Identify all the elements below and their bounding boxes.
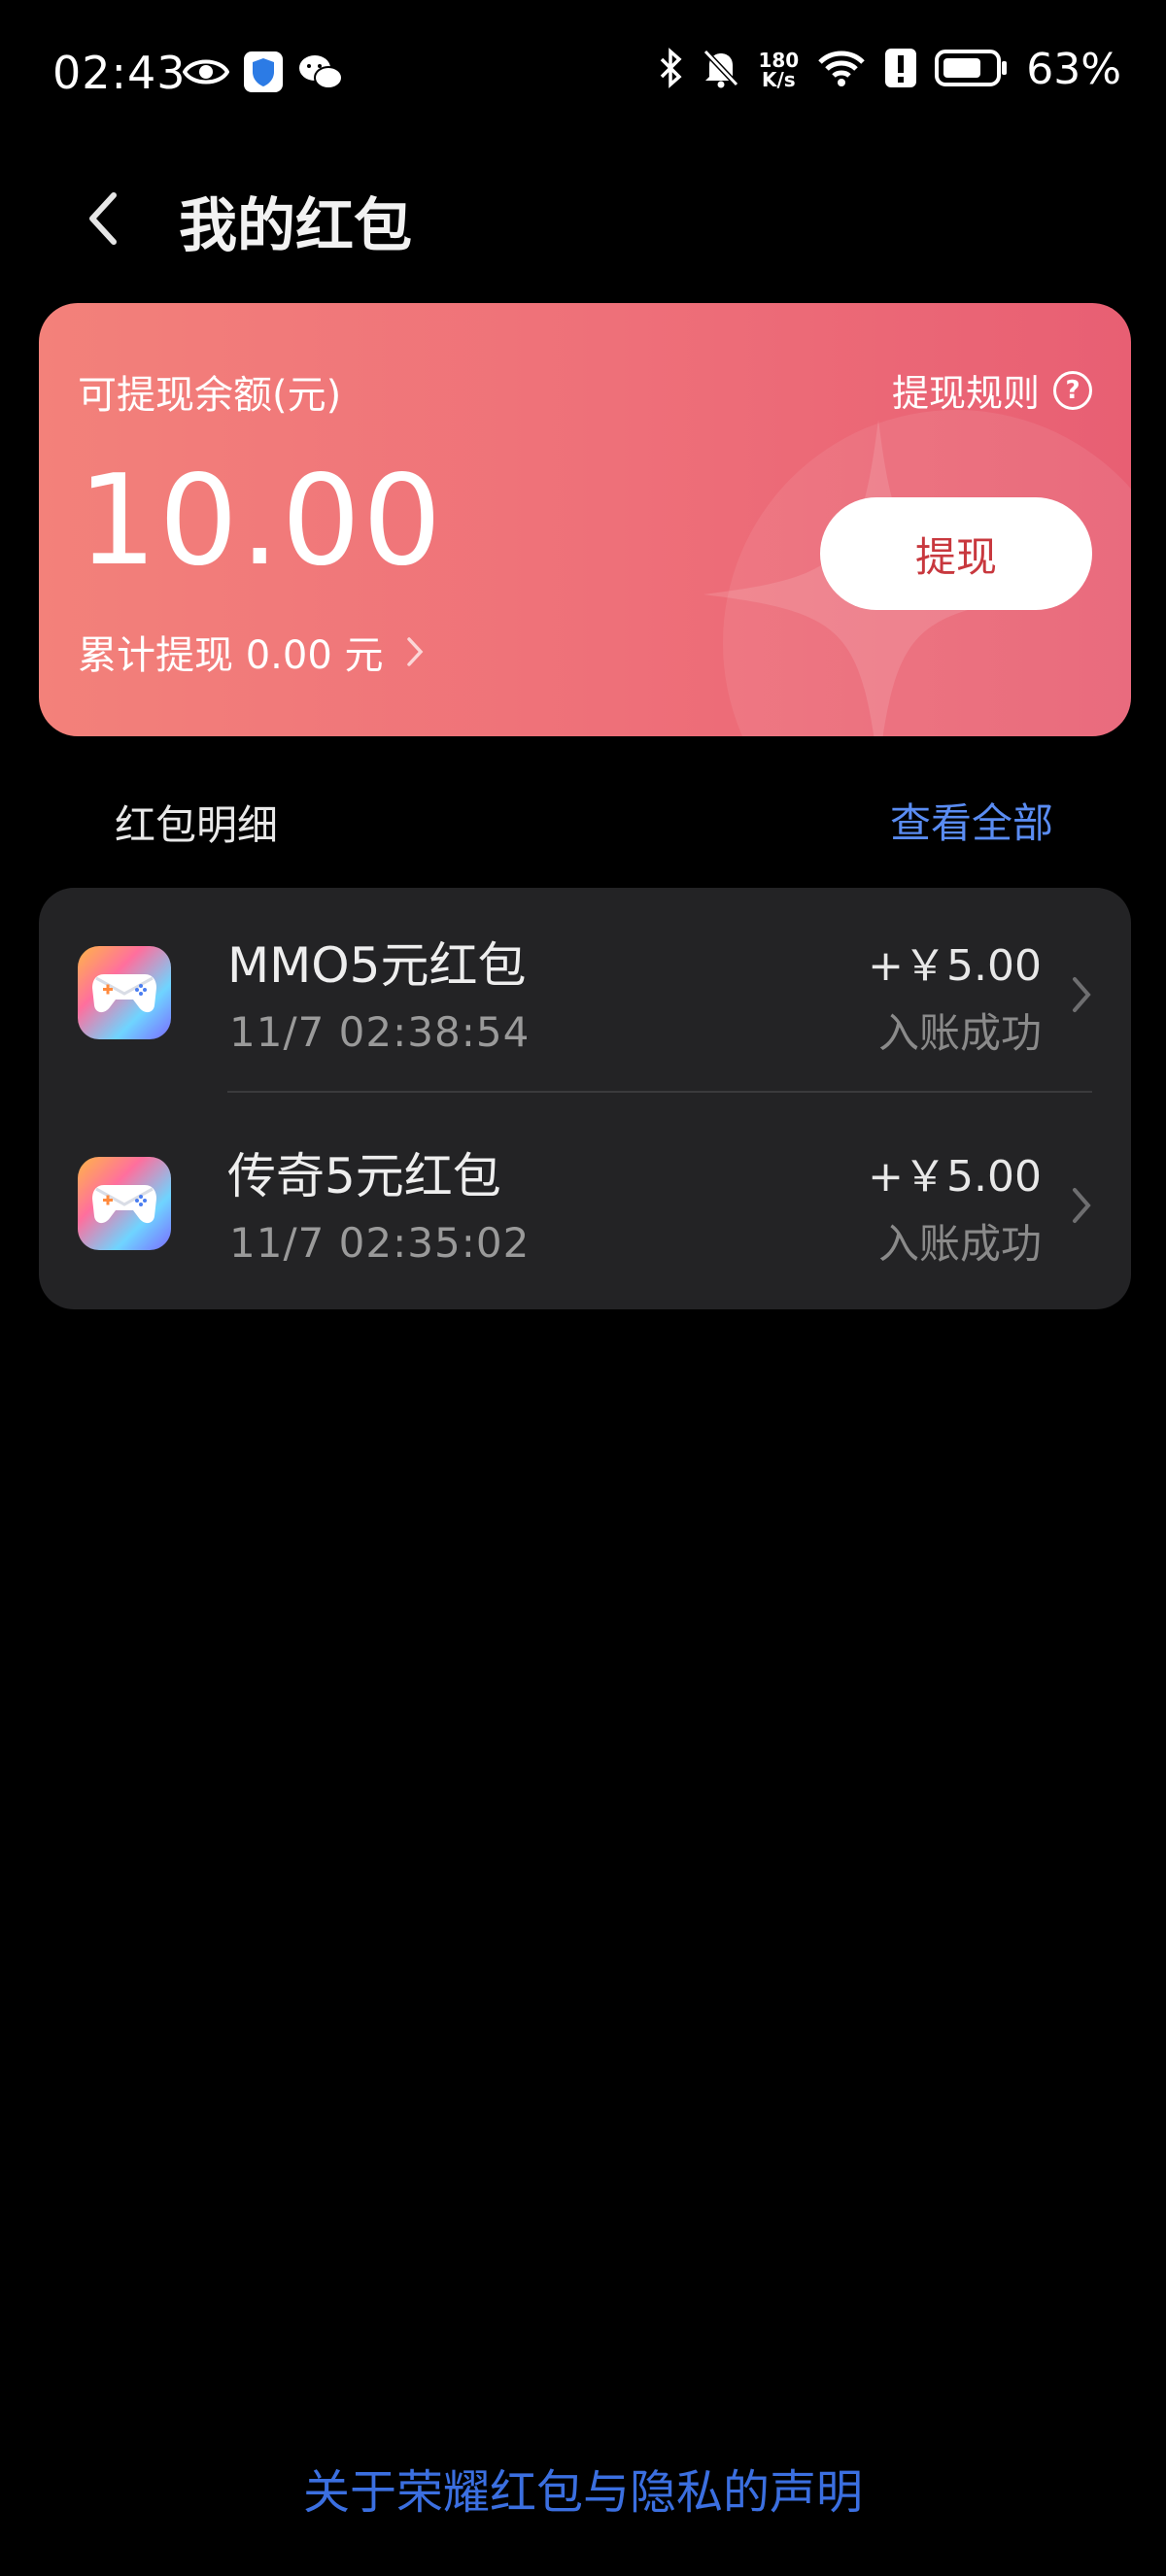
chevron-right-icon xyxy=(406,637,423,666)
item-status: 入账成功 xyxy=(877,1009,1042,1057)
shield-icon xyxy=(243,51,284,97)
network-speed: 180 K/s xyxy=(758,48,800,91)
total-withdrawn-text: 累计提现 0.00 元 xyxy=(78,633,384,678)
bluetooth-icon xyxy=(659,47,684,92)
list-item[interactable]: 传奇5元红包 11/7 02:35:02 +￥5.00 入账成功 xyxy=(39,1099,1131,1309)
item-status: 入账成功 xyxy=(877,1220,1042,1268)
battery-icon xyxy=(935,49,1009,91)
game-app-icon xyxy=(78,1157,171,1250)
status-bar: 02:43 180 K/s 63% xyxy=(0,0,1166,146)
balance-amount: 10.00 xyxy=(78,449,444,593)
divider xyxy=(227,1091,1092,1093)
page-title: 我的红包 xyxy=(179,192,412,260)
item-title: 传奇5元红包 xyxy=(227,1148,501,1204)
item-amount: +￥5.00 xyxy=(868,941,1042,991)
help-icon: ? xyxy=(1053,370,1092,410)
back-button[interactable] xyxy=(68,185,136,253)
alert-icon xyxy=(884,48,917,92)
wechat-icon xyxy=(297,52,344,95)
battery-percent: 63% xyxy=(1026,45,1121,94)
balance-card: 可提现余额(元) 提现规则 ? 10.00 累计提现 0.00 元 提现 xyxy=(39,303,1131,736)
withdraw-rules-label: 提现规则 xyxy=(891,372,1040,415)
item-time: 11/7 02:38:54 xyxy=(229,1008,531,1056)
item-title: MMO5元红包 xyxy=(227,937,527,994)
balance-label: 可提现余额(元) xyxy=(78,373,342,418)
game-app-icon xyxy=(78,946,171,1039)
item-time: 11/7 02:35:02 xyxy=(229,1219,531,1267)
view-all-link[interactable]: 查看全部 xyxy=(890,791,1053,850)
privacy-statement-link[interactable]: 关于荣耀红包与隐私的声明 xyxy=(0,2454,1166,2522)
chevron-right-icon xyxy=(1073,977,1091,1012)
item-amount: +￥5.00 xyxy=(868,1152,1042,1202)
chevron-left-icon xyxy=(89,192,117,245)
wifi-icon xyxy=(816,49,867,91)
list-item[interactable]: MMO5元红包 11/7 02:38:54 +￥5.00 入账成功 xyxy=(39,888,1131,1099)
eye-icon xyxy=(182,54,230,93)
redpacket-list: MMO5元红包 11/7 02:38:54 +￥5.00 入账成功 传奇5元红包… xyxy=(39,888,1131,1309)
mute-bell-icon xyxy=(702,48,740,92)
withdraw-rules-link[interactable]: 提现规则 ? xyxy=(892,363,1092,417)
section-title: 红包明细 xyxy=(115,801,279,849)
withdraw-button[interactable]: 提现 xyxy=(820,497,1092,610)
chevron-right-icon xyxy=(1073,1188,1091,1223)
page-header: 我的红包 xyxy=(0,165,1166,272)
status-right-icons: 180 K/s 63% xyxy=(659,45,1121,94)
status-left-icons xyxy=(182,51,344,97)
total-withdrawn-link[interactable]: 累计提现 0.00 元 xyxy=(78,624,425,680)
status-time: 02:43 xyxy=(52,47,187,99)
